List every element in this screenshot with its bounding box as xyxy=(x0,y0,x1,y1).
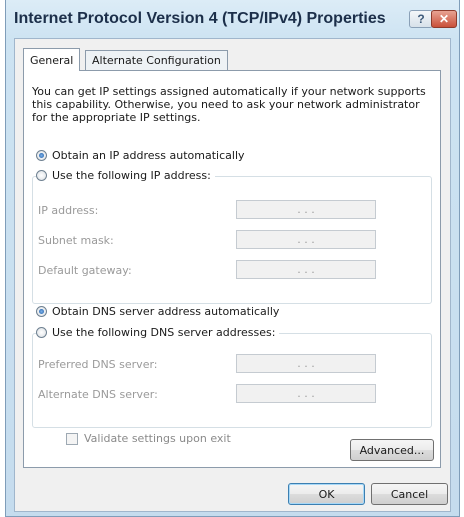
help-button[interactable]: ? xyxy=(409,10,433,28)
obtain-dns-auto-radio[interactable]: Obtain DNS server address automatically xyxy=(36,305,279,318)
radio-unselected-icon xyxy=(36,327,47,338)
obtain-ip-auto-radio[interactable]: Obtain an IP address automatically xyxy=(36,149,245,162)
radio-selected-icon xyxy=(36,306,47,317)
radio-label: Obtain DNS server address automatically xyxy=(52,305,280,318)
use-following-ip-radio[interactable]: Use the following IP address: xyxy=(36,169,215,182)
ip-dots: . . . xyxy=(297,263,315,276)
ip-address-label: IP address: xyxy=(38,204,99,217)
help-icon: ? xyxy=(417,12,425,26)
window-title: Internet Protocol Version 4 (TCP/IPv4) P… xyxy=(14,10,386,27)
advanced-button[interactable]: Advanced... xyxy=(350,439,434,461)
subnet-mask-label: Subnet mask: xyxy=(38,234,114,247)
radio-label: Use the following DNS server addresses: xyxy=(52,326,276,339)
description-text: You can get IP settings assigned automat… xyxy=(32,85,426,124)
dns-server-group xyxy=(32,333,432,428)
dialog-body: General Alternate Configuration You can … xyxy=(14,38,451,512)
cancel-button[interactable]: Cancel xyxy=(371,483,448,505)
ip-dots: . . . xyxy=(297,233,315,246)
alternate-dns-input[interactable]: . . . xyxy=(236,384,376,403)
ip-address-input[interactable]: . . . xyxy=(236,200,376,219)
preferred-dns-input[interactable]: . . . xyxy=(236,354,376,373)
preferred-dns-label: Preferred DNS server: xyxy=(38,358,158,371)
ip-dots: . . . xyxy=(297,203,315,216)
radio-selected-icon xyxy=(36,150,47,161)
checkbox-label: Validate settings upon exit xyxy=(84,432,231,445)
title-bar[interactable]: Internet Protocol Version 4 (TCP/IPv4) P… xyxy=(6,0,459,38)
dialog-window: Internet Protocol Version 4 (TCP/IPv4) P… xyxy=(5,0,460,517)
ip-dots: . . . xyxy=(297,357,315,370)
checkbox-unchecked-icon xyxy=(66,432,78,445)
validate-settings-checkbox[interactable]: Validate settings upon exit xyxy=(66,432,231,445)
use-following-dns-radio[interactable]: Use the following DNS server addresses: xyxy=(36,326,280,339)
default-gateway-input[interactable]: . . . xyxy=(236,260,376,279)
radio-unselected-icon xyxy=(36,170,47,181)
close-button[interactable]: ✕ xyxy=(431,10,457,28)
tab-alternate-configuration[interactable]: Alternate Configuration xyxy=(85,50,228,70)
ip-dots: . . . xyxy=(297,387,315,400)
radio-label: Use the following IP address: xyxy=(52,169,211,182)
radio-label: Obtain an IP address automatically xyxy=(52,149,245,162)
general-tab-panel: You can get IP settings assigned automat… xyxy=(23,70,441,468)
tab-general[interactable]: General xyxy=(23,48,81,71)
close-icon: ✕ xyxy=(438,12,450,26)
subnet-mask-input[interactable]: . . . xyxy=(236,230,376,249)
ok-button[interactable]: OK xyxy=(288,483,365,505)
default-gateway-label: Default gateway: xyxy=(38,264,132,277)
tab-label: Alternate Configuration xyxy=(92,54,221,67)
tab-label: General xyxy=(30,53,74,67)
alternate-dns-label: Alternate DNS server: xyxy=(38,388,158,401)
